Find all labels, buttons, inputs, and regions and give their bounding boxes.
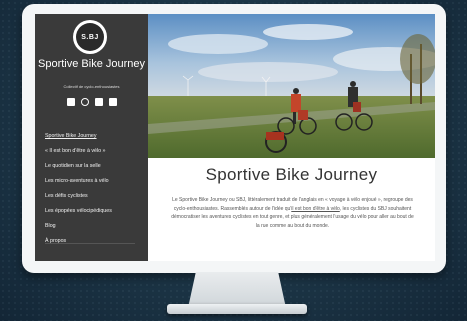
site-tagline: Collectif de cyclo-enthousiastes bbox=[63, 84, 120, 89]
nav-item-il-est-bon[interactable]: « Il est bon d'être à vélo » bbox=[45, 144, 145, 159]
youtube-icon[interactable] bbox=[95, 98, 103, 106]
site-logo[interactable]: S.BJ bbox=[73, 20, 107, 54]
main-content: Sportive Bike Journey Le Sportive Bike J… bbox=[148, 14, 435, 261]
nav-item-micro-aventures[interactable]: Les micro-aventures à vélo bbox=[45, 174, 145, 189]
nav-item-quotidien[interactable]: Le quotidien sur la selle bbox=[45, 159, 145, 174]
page-headline: Sportive Bike Journey bbox=[205, 165, 378, 184]
social-links bbox=[62, 98, 122, 106]
monitor-stand-base bbox=[167, 304, 307, 314]
nav-item-home[interactable]: Sportive Bike Journey bbox=[45, 129, 145, 144]
nav-item-a-propos[interactable]: À propos bbox=[45, 234, 145, 249]
sidebar-divider bbox=[45, 243, 135, 244]
nav-item-epopees[interactable]: Les épopées vélocipédiques bbox=[45, 204, 145, 219]
nav-item-blog[interactable]: Blog bbox=[45, 219, 145, 234]
intro-link[interactable]: il est bon d'être à vélo bbox=[291, 206, 339, 212]
logo-text: S.BJ bbox=[76, 23, 104, 51]
email-icon[interactable] bbox=[109, 98, 117, 106]
sidebar-nav: Sportive Bike Journey « Il est bon d'êtr… bbox=[45, 129, 145, 249]
instagram-icon[interactable] bbox=[81, 98, 89, 106]
facebook-icon[interactable] bbox=[67, 98, 75, 106]
monitor-stand-neck bbox=[188, 272, 286, 308]
site-title[interactable]: Sportive Bike Journey bbox=[35, 58, 148, 70]
sidebar: S.BJ Sportive Bike Journey Collectif de … bbox=[35, 14, 148, 261]
monitor-screen: S.BJ Sportive Bike Journey Collectif de … bbox=[35, 14, 435, 261]
nav-item-defis[interactable]: Les défis cyclistes bbox=[45, 189, 145, 204]
intro-paragraph: Le Sportive Bike Journey ou SBJ, littéra… bbox=[170, 196, 415, 230]
hero-image bbox=[148, 14, 435, 158]
